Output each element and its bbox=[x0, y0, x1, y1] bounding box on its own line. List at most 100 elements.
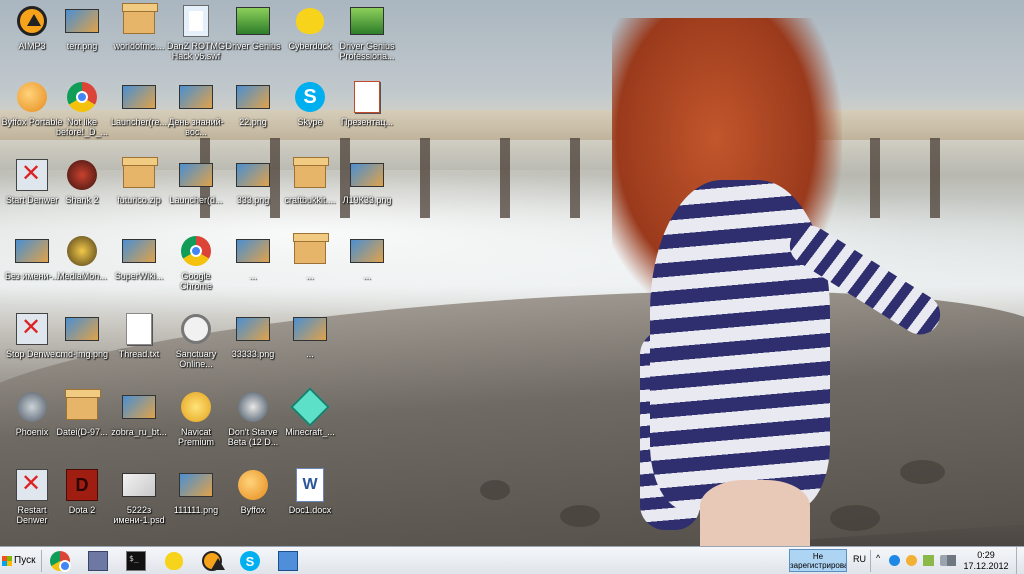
desktop-icon-label: zobra_ru_bt... bbox=[111, 427, 167, 437]
desktop-icon-label: terr.png bbox=[66, 41, 98, 51]
desktop-icon[interactable]: Don't Starve Beta (12 D... bbox=[221, 390, 285, 447]
show-desktop-button[interactable] bbox=[1016, 547, 1024, 574]
wallpaper-pebble bbox=[560, 505, 600, 527]
desktop-icon[interactable]: 22.png bbox=[221, 80, 285, 127]
desktop-icon[interactable]: День знаний-вос... bbox=[164, 80, 228, 137]
desktop-icon[interactable]: Shank 2 bbox=[50, 158, 114, 205]
language-indicator[interactable]: RU bbox=[853, 554, 866, 564]
desktop-icon[interactable]: W Doc1.docx bbox=[278, 468, 342, 515]
desktop-icon[interactable]: Driver Genius bbox=[221, 4, 285, 51]
desktop-icon[interactable]: terr.png bbox=[50, 4, 114, 51]
desktop-icon[interactable]: MediaMon... bbox=[50, 234, 114, 281]
taskbar-button-storage[interactable] bbox=[84, 549, 112, 573]
desktop-icon[interactable]: DanZ ROTMG Hack v6.swf bbox=[164, 4, 228, 61]
powerpoint-icon bbox=[350, 80, 384, 114]
wallpaper-pier-post bbox=[570, 138, 580, 218]
chrome-icon bbox=[179, 234, 213, 268]
desktop-icon-label: worldofmc.... bbox=[113, 41, 165, 51]
taskbar-button-cyberduck[interactable] bbox=[160, 549, 188, 573]
clock[interactable]: 0:29 17.12.2012 bbox=[958, 550, 1014, 572]
byffox-icon bbox=[236, 468, 270, 502]
dota2-icon: D bbox=[65, 468, 99, 502]
image-file-icon bbox=[179, 158, 213, 192]
volume-icon[interactable] bbox=[947, 555, 956, 566]
image-file-icon bbox=[15, 234, 49, 268]
image-file-icon bbox=[236, 80, 270, 114]
desktop-icon-label: Launcher(re... bbox=[110, 117, 168, 127]
desktop-icon-label: 33333.png bbox=[231, 349, 275, 359]
cyberduck-icon bbox=[165, 552, 183, 570]
desktop-icon[interactable]: ... bbox=[335, 234, 399, 281]
taskbar-button-command-prompt[interactable]: $_ bbox=[122, 549, 150, 573]
desktop-icon[interactable]: Launcher(d... bbox=[164, 158, 228, 205]
desktop-icon[interactable]: ... bbox=[278, 312, 342, 359]
wallpaper-figure-legs bbox=[700, 480, 810, 546]
desktop-icon[interactable]: SuperWiki... bbox=[107, 234, 171, 281]
start-button[interactable]: Пуск bbox=[2, 550, 38, 571]
image-file-icon bbox=[179, 80, 213, 114]
terminal-icon: $_ bbox=[126, 551, 146, 571]
desktop-icon[interactable]: zobra_ru_bt... bbox=[107, 390, 171, 437]
navicat-icon bbox=[179, 390, 213, 424]
desktop-icon-label: Skype bbox=[297, 117, 323, 127]
desktop-icon-label: ... bbox=[306, 271, 314, 281]
network-icon bbox=[278, 551, 298, 571]
taskbar-button-skype[interactable]: S bbox=[236, 549, 264, 573]
desktop-icon[interactable]: Thread.txt bbox=[107, 312, 171, 359]
desktop-icon-label: 22.png bbox=[239, 117, 267, 127]
desktop-icon[interactable]: Byffox bbox=[221, 468, 285, 515]
shank-icon bbox=[65, 158, 99, 192]
driver-genius-icon bbox=[350, 4, 384, 38]
archive-icon bbox=[293, 157, 329, 192]
desktop-icon[interactable]: Not like before!_D_... bbox=[50, 80, 114, 137]
desktop-icon[interactable]: ... bbox=[278, 233, 342, 281]
desktop-icon[interactable]: futurico.zip bbox=[107, 157, 171, 205]
desktop-icon[interactable]: 333.png bbox=[221, 158, 285, 205]
aimp-icon bbox=[202, 551, 225, 571]
tray-app-icon[interactable] bbox=[923, 555, 934, 566]
desktop-icon-label: Launcher(d... bbox=[169, 195, 223, 205]
desktop-icon[interactable]: Minecraft_... bbox=[278, 387, 342, 437]
image-file-icon bbox=[293, 312, 327, 346]
desktop-icon[interactable]: Google Chrome bbox=[164, 234, 228, 291]
image-file-icon bbox=[65, 4, 99, 38]
tray-separator bbox=[870, 550, 871, 572]
desktop-icon-label: 5222з имени-1.psd bbox=[113, 505, 165, 525]
desktop-icon[interactable]: Datei(D-97... bbox=[50, 389, 114, 437]
tray-app-icon[interactable] bbox=[889, 555, 900, 566]
desktop-icon[interactable]: S Skype bbox=[278, 80, 342, 127]
wallpaper-pier-post bbox=[500, 138, 510, 218]
headphones-icon bbox=[179, 312, 213, 346]
desktop-icon[interactable]: ... bbox=[221, 234, 285, 281]
desktop-icon-label: Презентац... bbox=[341, 117, 393, 127]
desktop-icon[interactable]: Launcher(re... bbox=[107, 80, 171, 127]
desktop-icon-label: ... bbox=[306, 349, 314, 359]
taskbar-button-aimp[interactable] bbox=[198, 549, 226, 573]
desktop-icon[interactable]: 111111.png bbox=[164, 468, 228, 515]
image-file-icon bbox=[122, 390, 156, 424]
desktop-icon[interactable]: Sanctuary Online... bbox=[164, 312, 228, 369]
desktop-icon-label: Cyberduck bbox=[288, 41, 332, 51]
desktop-icon-label: Л19К33.png bbox=[342, 195, 392, 205]
desktop-icon[interactable]: D Dota 2 bbox=[50, 468, 114, 515]
registration-notice[interactable]: Не зарегистрирован bbox=[789, 549, 847, 572]
taskbar-button-chrome[interactable] bbox=[46, 549, 74, 573]
desktop-icon[interactable]: Navicat Premium bbox=[164, 390, 228, 447]
desktop-icon[interactable]: Л19К33.png bbox=[335, 158, 399, 205]
desktop-icon[interactable]: worldofmc.... bbox=[107, 3, 171, 51]
desktop-icon[interactable]: 5222з имени-1.psd bbox=[107, 468, 171, 525]
desktop-icon[interactable]: Презентац... bbox=[335, 80, 399, 127]
desktop-icon[interactable]: cmd-img.png bbox=[50, 312, 114, 359]
wallpaper-pier-post bbox=[930, 138, 940, 218]
cyberduck-icon bbox=[293, 4, 327, 38]
desktop-icon[interactable]: Driver Genius Professiona... bbox=[335, 4, 399, 61]
tray-app-icon[interactable] bbox=[906, 555, 917, 566]
desktop-icon[interactable]: Cyberduck bbox=[278, 4, 342, 51]
desktop-icon[interactable]: 33333.png bbox=[221, 312, 285, 359]
denwer-icon bbox=[15, 312, 49, 346]
desktop-icon-label: SuperWiki... bbox=[114, 271, 164, 281]
desktop-icon[interactable]: craftbukkit.... bbox=[278, 157, 342, 205]
taskbar-button-network[interactable] bbox=[274, 549, 302, 573]
desktop-icon-label: ... bbox=[249, 271, 257, 281]
show-hidden-icons-icon[interactable]: ^ bbox=[876, 553, 887, 564]
